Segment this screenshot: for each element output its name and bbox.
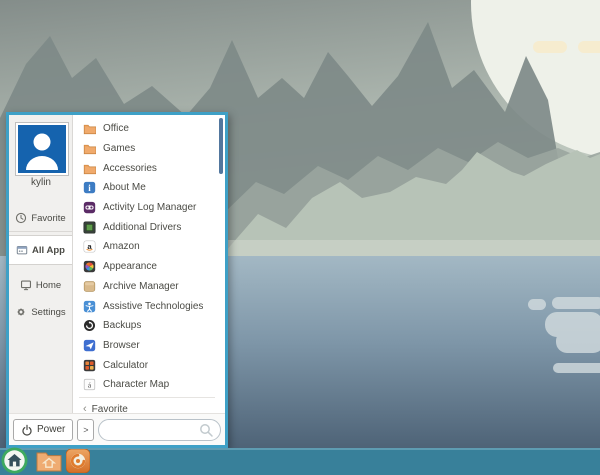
folder-icon	[83, 122, 96, 135]
taskbar-browser-button[interactable]	[66, 449, 90, 473]
app-list-item[interactable]: Assistive Technologies	[74, 296, 217, 316]
clock-icon	[15, 212, 27, 224]
archive-icon	[83, 280, 96, 293]
app-list: Office Games Accessories i About Me Activity …	[74, 119, 217, 395]
folder-icon	[83, 142, 96, 155]
app-label: Assistive Technologies	[103, 301, 203, 312]
app-list-item[interactable]: Additional Drivers	[74, 217, 217, 237]
sidebar-item-label: Home	[36, 280, 61, 291]
power-more-button[interactable]: >	[77, 419, 94, 441]
search-box	[98, 419, 221, 441]
firefox-icon	[66, 449, 90, 473]
gear-icon	[15, 306, 27, 318]
taskbar	[0, 448, 600, 475]
app-list-item[interactable]: a Amazon	[74, 237, 217, 257]
drivers-icon	[83, 221, 96, 234]
sidebar-item-home[interactable]: Home	[9, 275, 72, 295]
app-list-item[interactable]: Backups	[74, 316, 217, 336]
app-list-item[interactable]: Calculator	[74, 355, 217, 375]
amazon-icon: a	[83, 240, 96, 253]
menu-sidebar: kylin Favorite All App Home Settings	[9, 115, 73, 413]
start-home-icon	[1, 447, 28, 474]
user-icon	[18, 125, 66, 173]
appearance-icon	[83, 260, 96, 273]
apps-icon	[16, 244, 28, 256]
taskbar-file-manager-button[interactable]	[36, 450, 62, 472]
sidebar-divider	[9, 231, 72, 232]
charmap-icon: á	[83, 378, 96, 391]
desktop: kylin Favorite All App Home Settings Office…	[0, 0, 600, 475]
sidebar-item-label: All App	[32, 245, 65, 256]
app-list-item[interactable]: Activity Log Manager	[74, 198, 217, 218]
folder-icon	[83, 162, 96, 175]
app-list-item[interactable]: Appearance	[74, 257, 217, 277]
power-label: Power	[37, 424, 65, 435]
folder-home-icon	[36, 450, 62, 472]
start-menu: kylin Favorite All App Home Settings Office…	[6, 112, 228, 448]
app-label: About Me	[103, 182, 146, 193]
power-icon	[21, 424, 33, 436]
app-label: Browser	[103, 340, 140, 351]
chevron-right-icon: >	[83, 425, 88, 435]
app-label: Backups	[103, 320, 141, 331]
user-name: kylin	[9, 177, 73, 188]
list-divider	[79, 397, 215, 398]
menu-bottom-bar: Power >	[9, 413, 225, 445]
app-list-scrollbar[interactable]	[219, 118, 223, 174]
app-list-item[interactable]: i About Me	[74, 178, 217, 198]
app-label: Additional Drivers	[103, 222, 181, 233]
app-list-item[interactable]: Archive Manager	[74, 277, 217, 297]
sidebar-item-settings[interactable]: Settings	[9, 302, 72, 322]
calculator-icon	[83, 359, 96, 372]
browser-icon	[83, 339, 96, 352]
power-button[interactable]: Power	[13, 419, 73, 441]
about-me-icon: i	[83, 181, 96, 194]
assistive-icon	[83, 300, 96, 313]
app-label: Character Map	[103, 379, 169, 390]
avatar[interactable]	[16, 123, 68, 175]
activity-log-icon	[83, 201, 96, 214]
app-list-item[interactable]: Games	[74, 139, 217, 159]
app-label: Calculator	[103, 360, 148, 371]
app-list-item[interactable]: Office	[74, 119, 217, 139]
app-label: Appearance	[103, 261, 157, 272]
app-label: Amazon	[103, 241, 140, 252]
sidebar-item-all-app[interactable]: All App	[9, 235, 72, 265]
search-icon	[199, 423, 214, 438]
backups-icon	[83, 319, 96, 332]
app-label: Games	[103, 143, 135, 154]
app-label: Accessories	[103, 163, 157, 174]
app-list-item[interactable]: Accessories	[74, 158, 217, 178]
horizon-haze	[220, 240, 600, 256]
app-label: Archive Manager	[103, 281, 179, 292]
monitor-icon	[20, 279, 32, 291]
sidebar-item-favorite[interactable]: Favorite	[9, 208, 72, 228]
app-list-item[interactable]: á Character Map	[74, 375, 217, 395]
app-label: Office	[103, 123, 129, 134]
sidebar-item-label: Favorite	[31, 213, 65, 224]
sidebar-item-label: Settings	[31, 307, 65, 318]
app-list-item[interactable]: Browser	[74, 336, 217, 356]
app-label: Activity Log Manager	[103, 202, 196, 213]
taskbar-start-button[interactable]	[1, 447, 28, 474]
